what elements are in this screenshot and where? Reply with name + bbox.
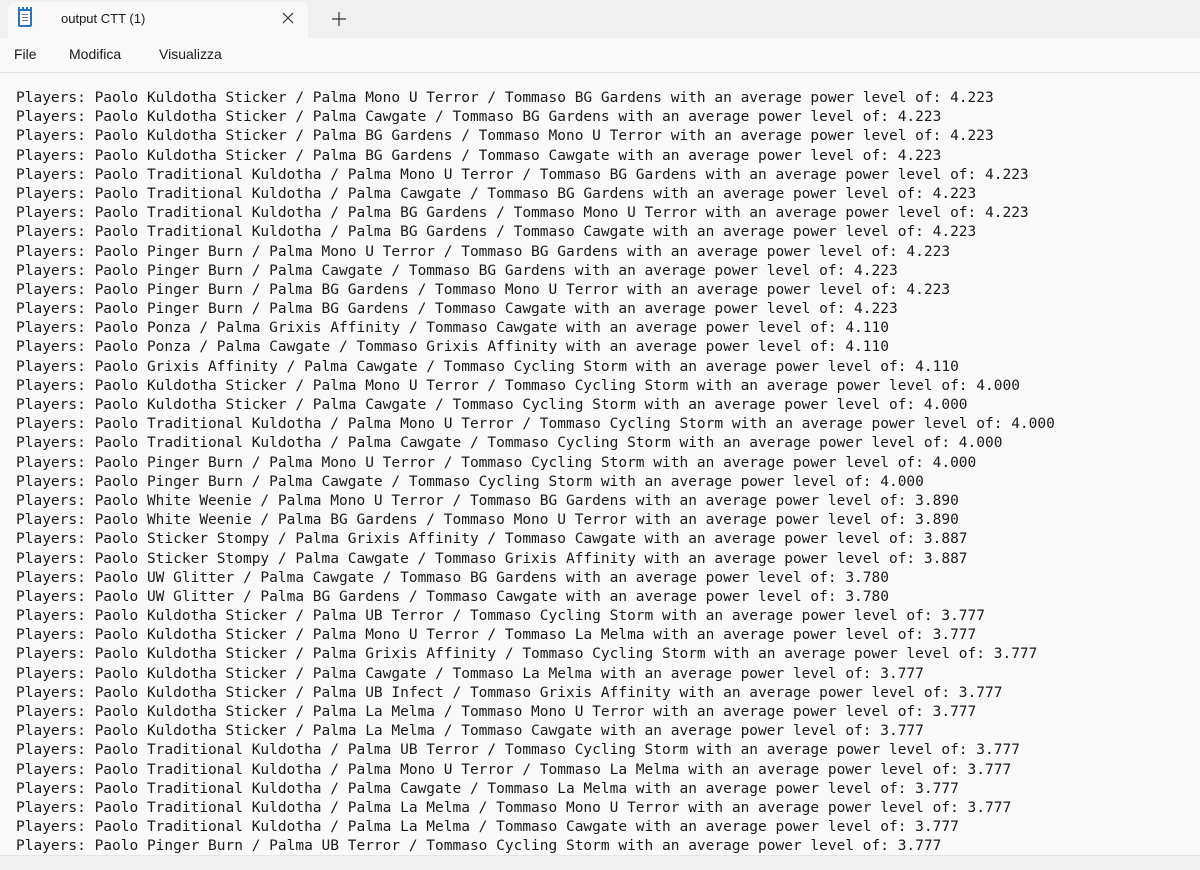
- text-line: Players: Paolo Kuldotha Sticker / Palma …: [16, 90, 994, 106]
- text-line: Players: Paolo Pinger Burn / Palma Mono …: [16, 454, 977, 471]
- text-line: Players: Paolo UW Glitter / Palma BG Gar…: [16, 588, 889, 605]
- text-line: Players: Paolo Grixis Affinity / Palma C…: [16, 358, 959, 375]
- text-line: Players: Paolo Pinger Burn / Palma BG Ga…: [16, 281, 951, 298]
- text-line: Players: Paolo Traditional Kuldotha / Pa…: [16, 780, 959, 797]
- text-line: Players: Paolo Traditional Kuldotha / Pa…: [16, 761, 1012, 778]
- text-line: Players: Paolo Pinger Burn / Palma Cawga…: [16, 262, 898, 279]
- text-line: Players: Paolo Traditional Kuldotha / Pa…: [16, 416, 1055, 433]
- menu-file[interactable]: File: [14, 46, 37, 62]
- tab-active[interactable]: output CTT (1): [8, 2, 308, 38]
- text-line: Players: Paolo Kuldotha Sticker / Palma …: [16, 128, 994, 145]
- text-line: Players: Paolo Sticker Stompy / Palma Ca…: [16, 550, 968, 567]
- text-line: Players: Paolo Traditional Kuldotha / Pa…: [16, 799, 1012, 816]
- text-line: Players: Paolo Sticker Stompy / Palma Gr…: [16, 531, 968, 548]
- text-line: Players: Paolo Traditional Kuldotha / Pa…: [16, 742, 1020, 759]
- text-line: Players: Paolo Pinger Burn / Palma Mono …: [16, 243, 951, 260]
- text-line: Players: Paolo Kuldotha Sticker / Palma …: [16, 627, 977, 644]
- text-line: Players: Paolo Pinger Burn / Palma Cawga…: [16, 473, 924, 490]
- text-line: Players: Paolo White Weenie / Palma BG G…: [16, 512, 959, 529]
- text-line: Players: Paolo Ponza / Palma Cawgate / T…: [16, 339, 889, 356]
- new-tab-button[interactable]: [328, 8, 350, 30]
- close-icon: [282, 12, 294, 24]
- notepad-icon: [18, 7, 32, 27]
- close-tab-button[interactable]: [278, 8, 298, 28]
- menu-bar: File Modifica Visualizza: [0, 38, 1200, 73]
- tab-title: output CTT (1): [61, 11, 146, 26]
- text-lines: Players: Paolo Kuldotha Sticker / Palma …: [16, 89, 1055, 855]
- status-bar: [0, 855, 1200, 870]
- text-line: Players: Paolo White Weenie / Palma Mono…: [16, 492, 959, 509]
- text-line: Players: Paolo Traditional Kuldotha / Pa…: [16, 166, 1029, 183]
- text-line: Players: Paolo Traditional Kuldotha / Pa…: [16, 224, 977, 241]
- text-line: Players: Paolo Kuldotha Sticker / Palma …: [16, 704, 977, 720]
- title-bar: output CTT (1): [0, 0, 1200, 38]
- text-line: Players: Paolo Traditional Kuldotha / Pa…: [16, 185, 977, 202]
- text-line: Players: Paolo Kuldotha Sticker / Palma …: [16, 147, 942, 164]
- text-line: Players: Paolo Pinger Burn / Palma BG Ga…: [16, 301, 898, 318]
- text-line: Players: Paolo Pinger Burn / Palma UB Te…: [16, 838, 942, 855]
- text-line: Players: Paolo Kuldotha Sticker / Palma …: [16, 109, 942, 126]
- text-line: Players: Paolo Traditional Kuldotha / Pa…: [16, 435, 1003, 452]
- text-line: Players: Paolo Ponza / Palma Grixis Affi…: [16, 320, 889, 337]
- text-line: Players: Paolo Traditional Kuldotha / Pa…: [16, 819, 959, 836]
- text-line: Players: Paolo Kuldotha Sticker / Palma …: [16, 397, 968, 413]
- plus-icon: [332, 12, 346, 26]
- menu-edit[interactable]: Modifica: [69, 46, 121, 62]
- text-line: Players: Paolo Kuldotha Sticker / Palma …: [16, 608, 986, 625]
- text-line: Players: Paolo Traditional Kuldotha / Pa…: [16, 205, 1029, 222]
- text-editor[interactable]: Players: Paolo Kuldotha Sticker / Palma …: [0, 73, 1200, 855]
- text-line: Players: Paolo Kuldotha Sticker / Palma …: [16, 665, 924, 682]
- text-line: Players: Paolo Kuldotha Sticker / Palma …: [16, 723, 924, 740]
- text-line: Players: Paolo Kuldotha Sticker / Palma …: [16, 377, 1020, 394]
- text-line: Players: Paolo UW Glitter / Palma Cawgat…: [16, 569, 889, 586]
- text-line: Players: Paolo Kuldotha Sticker / Palma …: [16, 684, 1003, 701]
- text-line: Players: Paolo Kuldotha Sticker / Palma …: [16, 646, 1038, 663]
- menu-view[interactable]: Visualizza: [159, 46, 222, 62]
